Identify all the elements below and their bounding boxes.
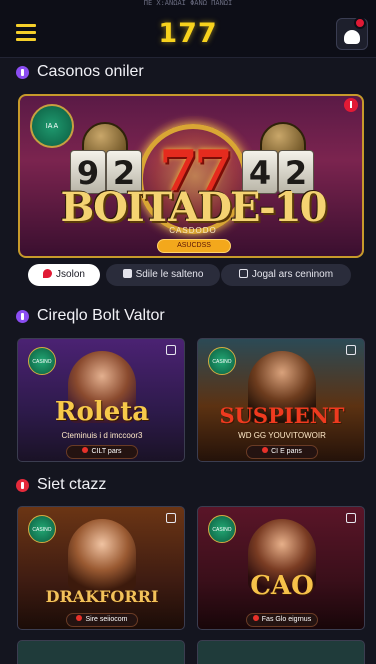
tab-ceninom[interactable]: Jogal ars ceninom (221, 264, 351, 286)
card-play-pill[interactable]: Fas Glo eigrnus (246, 613, 318, 627)
card-title: CAO (250, 571, 314, 601)
casino-logo-icon: CASINO (208, 347, 236, 375)
controller-icon (122, 269, 132, 278)
pill-label: CI E pans (271, 448, 302, 455)
status-line: ΠΕ X:ΑΝΩΑΙ ΦΑΝΩ ΠΑΝΩΙ (143, 0, 233, 6)
expand-icon[interactable] (166, 513, 176, 523)
menu-bar (16, 38, 36, 41)
live-dot-icon (252, 615, 259, 621)
category-tabs: Jsolon Sdile le salteno Jogal ars cenino… (28, 264, 351, 286)
pill-label: Fas Glo eigrnus (261, 616, 312, 623)
profile-button[interactable] (336, 17, 368, 50)
card-subtitle: WD GG YOUVITOWOIR (238, 431, 326, 440)
expand-icon[interactable] (346, 345, 356, 355)
live-dot-icon (262, 447, 269, 453)
card-play-pill[interactable]: Sire seiiocom (66, 613, 138, 627)
alert-icon[interactable] (344, 98, 358, 112)
top-bar: ΠΕ X:ΑΝΩΑΙ ΦΑΝΩ ΠΑΝΩΙ 177 (0, 0, 376, 58)
card-title: DRAKFORRI (45, 587, 159, 606)
tab-jsolon[interactable]: Jsolon (28, 264, 100, 286)
menu-bar (16, 31, 36, 34)
badge-text: CASINO (32, 527, 52, 533)
game-card-cao[interactable]: CASINO CAO Fas Glo eigrnus (197, 506, 365, 630)
hero-banner[interactable]: 9 2 4 2 77 BOITADE-10 CASDODO ASUCDSS IA… (18, 94, 364, 258)
badge-text: CASINO (32, 359, 52, 365)
info-icon (16, 65, 29, 79)
section-header-slots: Siet ctazz (16, 474, 106, 496)
card-subtitle: Cteminuis i d imccoor3 (61, 431, 143, 440)
section-title: Cireqlo Bolt Valtor (37, 307, 165, 324)
game-card-roleta[interactable]: CASINO Roleta Cteminuis i d imccoor3 CIL… (17, 338, 185, 462)
card-title: Roleta (54, 397, 150, 427)
card-title: SUSPIENT (219, 403, 345, 428)
casino-logo-icon: CASINO (28, 347, 56, 375)
tab-label: Jsolon (56, 269, 85, 280)
location-pin-icon (43, 269, 53, 278)
card-play-pill[interactable]: CI E pans (246, 445, 318, 459)
game-card-suspient[interactable]: CASINO SUSPIENT WD GG YOUVITOWOIR CI E p… (197, 338, 365, 462)
user-profile-icon (344, 30, 360, 44)
badge-text: CASINO (212, 359, 232, 365)
badge-text: IA A (45, 123, 59, 130)
tab-salteno[interactable]: Sdile le salteno (106, 264, 220, 286)
live-dot-icon (76, 615, 83, 621)
live-dot-icon (82, 447, 89, 453)
menu-icon[interactable] (16, 24, 38, 42)
expand-icon[interactable] (346, 513, 356, 523)
casino-logo-icon: CASINO (28, 515, 56, 543)
hero-cta-button[interactable]: ASUCDSS (157, 239, 231, 253)
info-icon (16, 309, 29, 323)
game-card-drakforri[interactable]: CASINO DRAKFORRI Sire seiiocom (17, 506, 185, 630)
section-title: Siet ctazz (37, 476, 107, 493)
notification-badge (354, 17, 366, 29)
pill-label: CILT pars (91, 448, 122, 455)
pill-label: Sire seiiocom (85, 616, 128, 623)
hero-title: BOITADE-10 (60, 184, 328, 231)
menu-bar (16, 24, 36, 27)
alert-icon (16, 478, 29, 492)
tab-label: Sdile le salteno (135, 269, 204, 280)
dealer-image (68, 519, 136, 591)
casino-logo-icon: CASINO (208, 515, 236, 543)
card-play-pill[interactable]: CILT pars (66, 445, 138, 459)
section-header-bolt: Cireqlo Bolt Valtor (16, 305, 165, 327)
section-header-casinos: Casonos oniler (16, 61, 144, 83)
hero-subtitle: CASDODO (169, 226, 217, 235)
game-card-partial[interactable] (17, 640, 185, 664)
section-title: Casonos oniler (37, 63, 144, 80)
tab-label: Jogal ars ceninom (251, 269, 334, 280)
game-card-partial[interactable] (197, 640, 365, 664)
card-icon (238, 269, 248, 278)
site-logo[interactable]: 177 (0, 18, 376, 49)
expand-icon[interactable] (166, 345, 176, 355)
badge-text: CASINO (212, 527, 232, 533)
app-screen: ΠΕ X:ΑΝΩΑΙ ΦΑΝΩ ΠΑΝΩΙ 177 Casonos oniler… (0, 0, 376, 664)
casino-badge-icon: IA A (30, 104, 74, 148)
